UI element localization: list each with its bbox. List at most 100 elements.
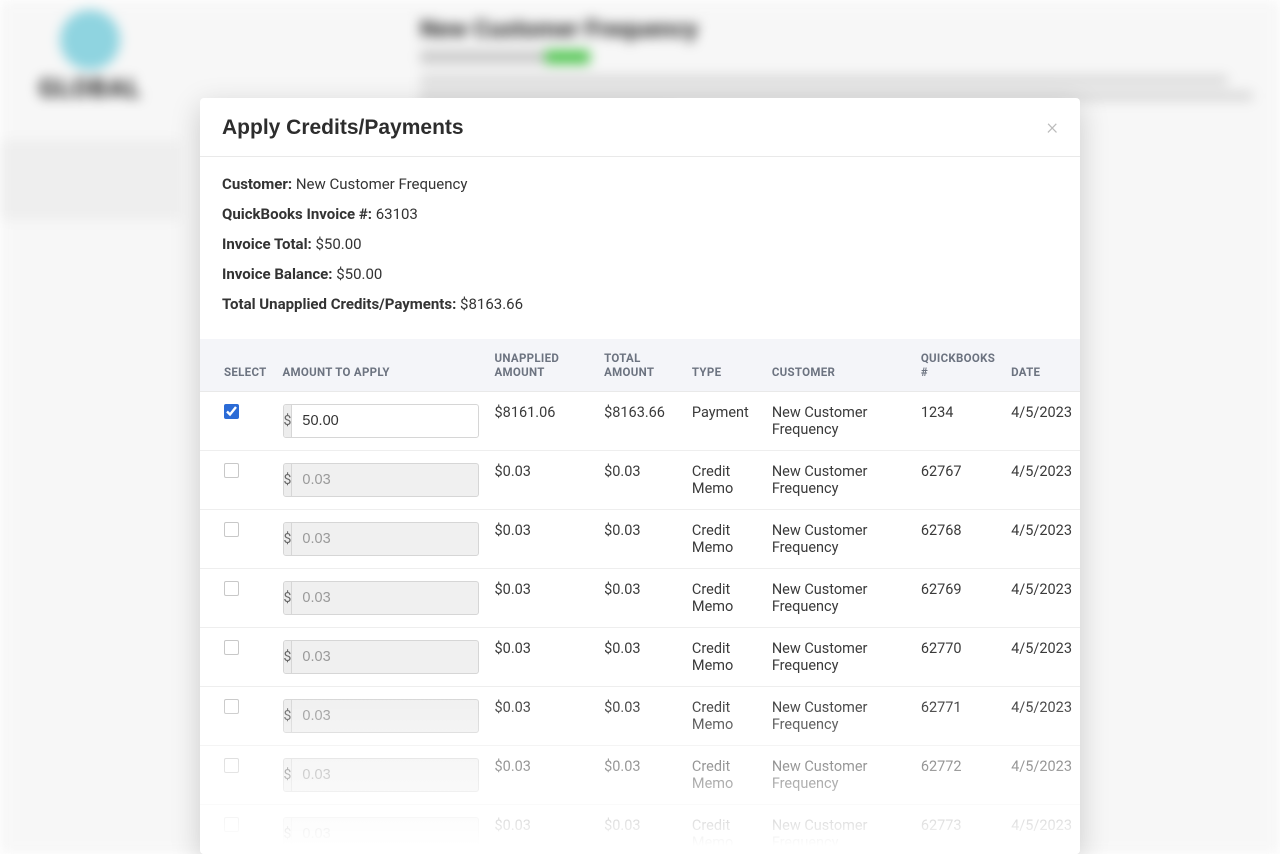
bg-logo-text: GLOBAL: [10, 74, 170, 104]
col-unapplied-amount: UNAPPLIED AMOUNT: [487, 339, 597, 392]
cell-unapplied-amount: $0.03: [487, 805, 597, 854]
cell-date: 4/5/2023: [1003, 628, 1080, 687]
cell-unapplied-amount: $0.03: [487, 451, 597, 510]
cell-customer: New Customer Frequency: [764, 510, 913, 569]
cell-quickbooks-no: 1234: [913, 392, 1003, 451]
amount-to-apply-input[interactable]: [292, 582, 478, 614]
table-row: $$0.03$0.03Credit MemoNew Customer Frequ…: [200, 746, 1080, 805]
amount-to-apply-input[interactable]: [292, 641, 478, 673]
cell-customer: New Customer Frequency: [764, 392, 913, 451]
cell-unapplied-amount: $0.03: [487, 746, 597, 805]
row-select-checkbox[interactable]: [224, 522, 239, 537]
table-row: $ $8161.06$8163.66PaymentNew Customer Fre…: [200, 392, 1080, 451]
amount-to-apply-input[interactable]: [292, 759, 478, 791]
modal-title: Apply Credits/Payments: [222, 116, 464, 140]
amount-to-apply-input-wrap: $: [283, 581, 479, 615]
cell-customer: New Customer Frequency: [764, 687, 913, 746]
info-invoice-total-value: $50.00: [316, 235, 362, 253]
row-select-checkbox[interactable]: [224, 404, 239, 419]
cell-unapplied-amount: $8161.06: [487, 392, 597, 451]
col-date: DATE: [1003, 339, 1080, 392]
amount-to-apply-input-wrap: $: [283, 758, 479, 792]
info-invoice-balance-label: Invoice Balance:: [222, 265, 333, 283]
cell-total-amount: $0.03: [596, 805, 684, 854]
col-customer: CUSTOMER: [764, 339, 913, 392]
currency-prefix: $: [284, 523, 293, 555]
cell-date: 4/5/2023: [1003, 451, 1080, 510]
bg-logo: GLOBAL: [10, 10, 170, 110]
amount-to-apply-input[interactable]: [292, 464, 478, 496]
cell-customer: New Customer Frequency: [764, 451, 913, 510]
amount-to-apply-input[interactable]: [292, 700, 478, 732]
currency-prefix: $: [284, 582, 293, 614]
cell-type: Credit Memo: [684, 628, 764, 687]
cell-type: Credit Memo: [684, 451, 764, 510]
cell-quickbooks-no: 62770: [913, 628, 1003, 687]
info-total-unapplied-value: $8163.66: [460, 295, 523, 313]
info-customer-label: Customer:: [222, 175, 292, 193]
cell-date: 4/5/2023: [1003, 569, 1080, 628]
row-select-checkbox[interactable]: [224, 463, 239, 478]
info-total-unapplied: Total Unapplied Credits/Payments: $8163.…: [222, 295, 1058, 313]
amount-to-apply-input-wrap: $: [283, 699, 479, 733]
cell-type: Credit Memo: [684, 687, 764, 746]
amount-to-apply-input-wrap: $: [283, 404, 479, 438]
cell-type: Credit Memo: [684, 805, 764, 854]
cell-unapplied-amount: $0.03: [487, 510, 597, 569]
currency-prefix: $: [284, 759, 293, 791]
cell-total-amount: $0.03: [596, 451, 684, 510]
cell-type: Credit Memo: [684, 569, 764, 628]
table-row: $$0.03$0.03Credit MemoNew Customer Frequ…: [200, 451, 1080, 510]
cell-customer: New Customer Frequency: [764, 805, 913, 854]
cell-total-amount: $0.03: [596, 746, 684, 805]
row-select-checkbox[interactable]: [224, 640, 239, 655]
info-invoice-balance: Invoice Balance: $50.00: [222, 265, 1058, 283]
cell-total-amount: $0.03: [596, 569, 684, 628]
cell-customer: New Customer Frequency: [764, 746, 913, 805]
table-row: $$0.03$0.03Credit MemoNew Customer Frequ…: [200, 805, 1080, 854]
info-invoice-total: Invoice Total: $50.00: [222, 235, 1058, 253]
row-select-checkbox[interactable]: [224, 758, 239, 773]
row-select-checkbox[interactable]: [224, 699, 239, 714]
cell-total-amount: $0.03: [596, 628, 684, 687]
cell-quickbooks-no: 62767: [913, 451, 1003, 510]
modal-header: Apply Credits/Payments ×: [200, 98, 1080, 157]
row-select-checkbox[interactable]: [224, 581, 239, 596]
cell-customer: New Customer Frequency: [764, 569, 913, 628]
info-invoice-total-label: Invoice Total:: [222, 235, 312, 253]
currency-prefix: $: [284, 464, 293, 496]
cell-unapplied-amount: $0.03: [487, 569, 597, 628]
cell-quickbooks-no: 62772: [913, 746, 1003, 805]
cell-type: Credit Memo: [684, 510, 764, 569]
credits-table: SELECT AMOUNT TO APPLY UNAPPLIED AMOUNT …: [200, 339, 1080, 854]
cell-customer: New Customer Frequency: [764, 628, 913, 687]
col-quickbooks-no: QUICKBOOKS #: [913, 339, 1003, 392]
col-type: TYPE: [684, 339, 764, 392]
table-row: $$0.03$0.03Credit MemoNew Customer Frequ…: [200, 569, 1080, 628]
amount-to-apply-input-wrap: $: [283, 522, 479, 556]
cell-date: 4/5/2023: [1003, 392, 1080, 451]
currency-prefix: $: [284, 405, 293, 437]
amount-to-apply-input[interactable]: [292, 523, 478, 555]
info-qb-invoice-value: 63103: [376, 205, 418, 223]
cell-date: 4/5/2023: [1003, 510, 1080, 569]
info-qb-invoice-label: QuickBooks Invoice #:: [222, 205, 372, 223]
table-row: $$0.03$0.03Credit MemoNew Customer Frequ…: [200, 687, 1080, 746]
info-total-unapplied-label: Total Unapplied Credits/Payments:: [222, 295, 456, 313]
currency-prefix: $: [284, 641, 293, 673]
cell-date: 4/5/2023: [1003, 687, 1080, 746]
cell-total-amount: $0.03: [596, 510, 684, 569]
amount-to-apply-input-wrap: $: [283, 817, 479, 851]
info-customer-value: New Customer Frequency: [296, 175, 468, 193]
amount-to-apply-input[interactable]: [292, 818, 478, 850]
row-select-checkbox[interactable]: [224, 817, 239, 832]
cell-total-amount: $8163.66: [596, 392, 684, 451]
table-row: $$0.03$0.03Credit MemoNew Customer Frequ…: [200, 510, 1080, 569]
apply-credits-modal: Apply Credits/Payments × Customer: New C…: [200, 98, 1080, 854]
close-icon[interactable]: ×: [1046, 117, 1058, 139]
cell-quickbooks-no: 62773: [913, 805, 1003, 854]
cell-type: Credit Memo: [684, 746, 764, 805]
cell-type: Payment: [684, 392, 764, 451]
col-total-amount: TOTAL AMOUNT: [596, 339, 684, 392]
amount-to-apply-input[interactable]: [292, 405, 478, 437]
